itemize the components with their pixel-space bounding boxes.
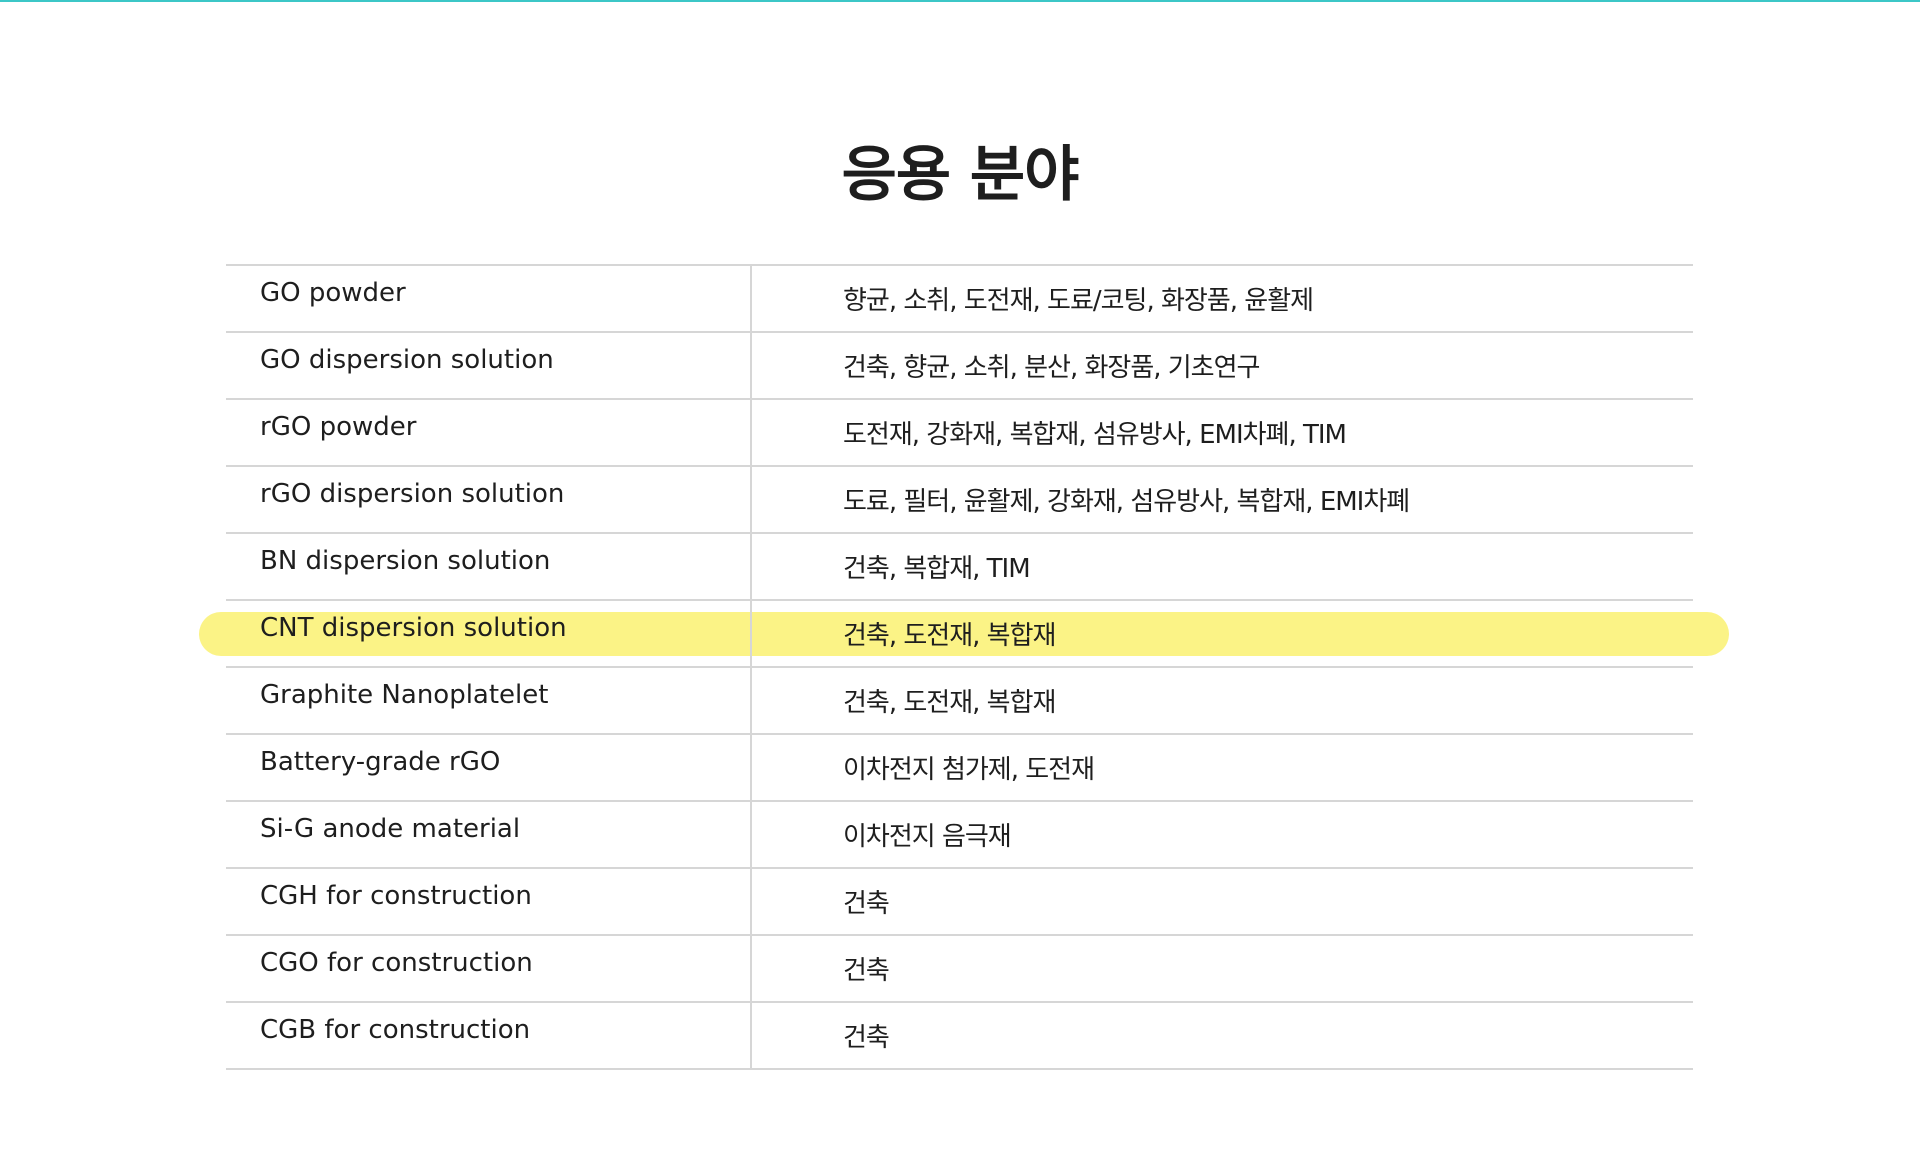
top-accent-line [0, 0, 1920, 2]
table-row: GO dispersion solution 건축, 향균, 소취, 분산, 화… [226, 333, 1693, 400]
applications-cell: 이차전지 첨가제, 도전재 [754, 735, 1693, 800]
table-row: CGB for construction 건축 [226, 1003, 1693, 1070]
applications-text: 도전재, 강화재, 복합재, 섬유방사, EMI차폐, TIM [843, 420, 1347, 450]
table-row: rGO dispersion solution 도료, 필터, 윤활제, 강화재… [226, 467, 1693, 534]
applications-cell: 건축, 도전재, 복합재 [754, 668, 1693, 733]
product-name: rGO powder [260, 412, 417, 442]
table-row: BN dispersion solution 건축, 복합재, TIM [226, 534, 1693, 601]
table-row: Battery-grade rGO 이차전지 첨가제, 도전재 [226, 735, 1693, 802]
applications-text: 건축, 도전재, 복합재 [843, 688, 1056, 718]
applications-cell: 건축, 도전재, 복합재 [754, 601, 1693, 666]
product-name: CGH for construction [260, 881, 532, 911]
applications-cell: 건축 [754, 1003, 1693, 1068]
product-name: Si-G anode material [260, 814, 521, 844]
applications-cell: 건축 [754, 869, 1693, 934]
table-row: rGO powder 도전재, 강화재, 복합재, 섬유방사, EMI차폐, T… [226, 400, 1693, 467]
table-row: GO powder 향균, 소취, 도전재, 도료/코팅, 화장품, 윤활제 [226, 266, 1693, 333]
applications-text: 건축, 향균, 소취, 분산, 화장품, 기초연구 [843, 353, 1260, 383]
product-name: Battery-grade rGO [260, 747, 501, 777]
product-name-cell: rGO powder [226, 400, 752, 465]
product-name-cell: BN dispersion solution [226, 534, 752, 599]
table-row: Si-G anode material 이차전지 음극재 [226, 802, 1693, 869]
applications-cell: 향균, 소취, 도전재, 도료/코팅, 화장품, 윤활제 [754, 266, 1693, 331]
product-name: CGB for construction [260, 1015, 531, 1045]
applications-text: 건축, 복합재, TIM [843, 554, 1031, 584]
applications-cell: 건축, 향균, 소취, 분산, 화장품, 기초연구 [754, 333, 1693, 398]
product-name: BN dispersion solution [260, 546, 551, 576]
page-title: 응용 분야 [841, 140, 1080, 211]
applications-text: 이차전지 첨가제, 도전재 [843, 755, 1095, 785]
applications-cell: 도료, 필터, 윤활제, 강화재, 섬유방사, 복합재, EMI차폐 [754, 467, 1693, 532]
table-row: CNT dispersion solution 건축, 도전재, 복합재 [199, 601, 1729, 668]
product-name-cell: CNT dispersion solution [226, 601, 752, 666]
applications-text: 건축, 도전재, 복합재 [843, 621, 1056, 651]
applications-cell: 이차전지 음극재 [754, 802, 1693, 867]
product-name-cell: rGO dispersion solution [226, 467, 752, 532]
applications-cell: 건축, 복합재, TIM [754, 534, 1693, 599]
product-name-cell: Si-G anode material [226, 802, 752, 867]
applications-cell: 도전재, 강화재, 복합재, 섬유방사, EMI차폐, TIM [754, 400, 1693, 465]
applications-text: 건축 [843, 1023, 890, 1053]
product-name-cell: GO powder [226, 266, 752, 331]
product-name: CGO for construction [260, 948, 533, 978]
product-name-cell: Graphite Nanoplatelet [226, 668, 752, 733]
product-name-cell: CGO for construction [226, 936, 752, 1001]
applications-text: 향균, 소취, 도전재, 도료/코팅, 화장품, 윤활제 [843, 286, 1314, 316]
table-row: CGO for construction 건축 [226, 936, 1693, 1003]
product-name: CNT dispersion solution [260, 613, 567, 643]
applications-cell: 건축 [754, 936, 1693, 1001]
applications-text: 이차전지 음극재 [843, 822, 1012, 852]
table-row: Graphite Nanoplatelet 건축, 도전재, 복합재 [226, 668, 1693, 735]
applications-table: GO powder 향균, 소취, 도전재, 도료/코팅, 화장품, 윤활제 G… [199, 264, 1729, 1070]
product-name: GO powder [260, 278, 406, 308]
product-name: Graphite Nanoplatelet [260, 680, 549, 710]
applications-text: 건축 [843, 889, 890, 919]
product-name-cell: GO dispersion solution [226, 333, 752, 398]
table-row: CGH for construction 건축 [226, 869, 1693, 936]
product-name-cell: CGB for construction [226, 1003, 752, 1068]
applications-text: 건축 [843, 956, 890, 986]
product-name-cell: CGH for construction [226, 869, 752, 934]
product-name-cell: Battery-grade rGO [226, 735, 752, 800]
product-name: GO dispersion solution [260, 345, 554, 375]
applications-text: 도료, 필터, 윤활제, 강화재, 섬유방사, 복합재, EMI차폐 [843, 487, 1410, 517]
product-name: rGO dispersion solution [260, 479, 565, 509]
